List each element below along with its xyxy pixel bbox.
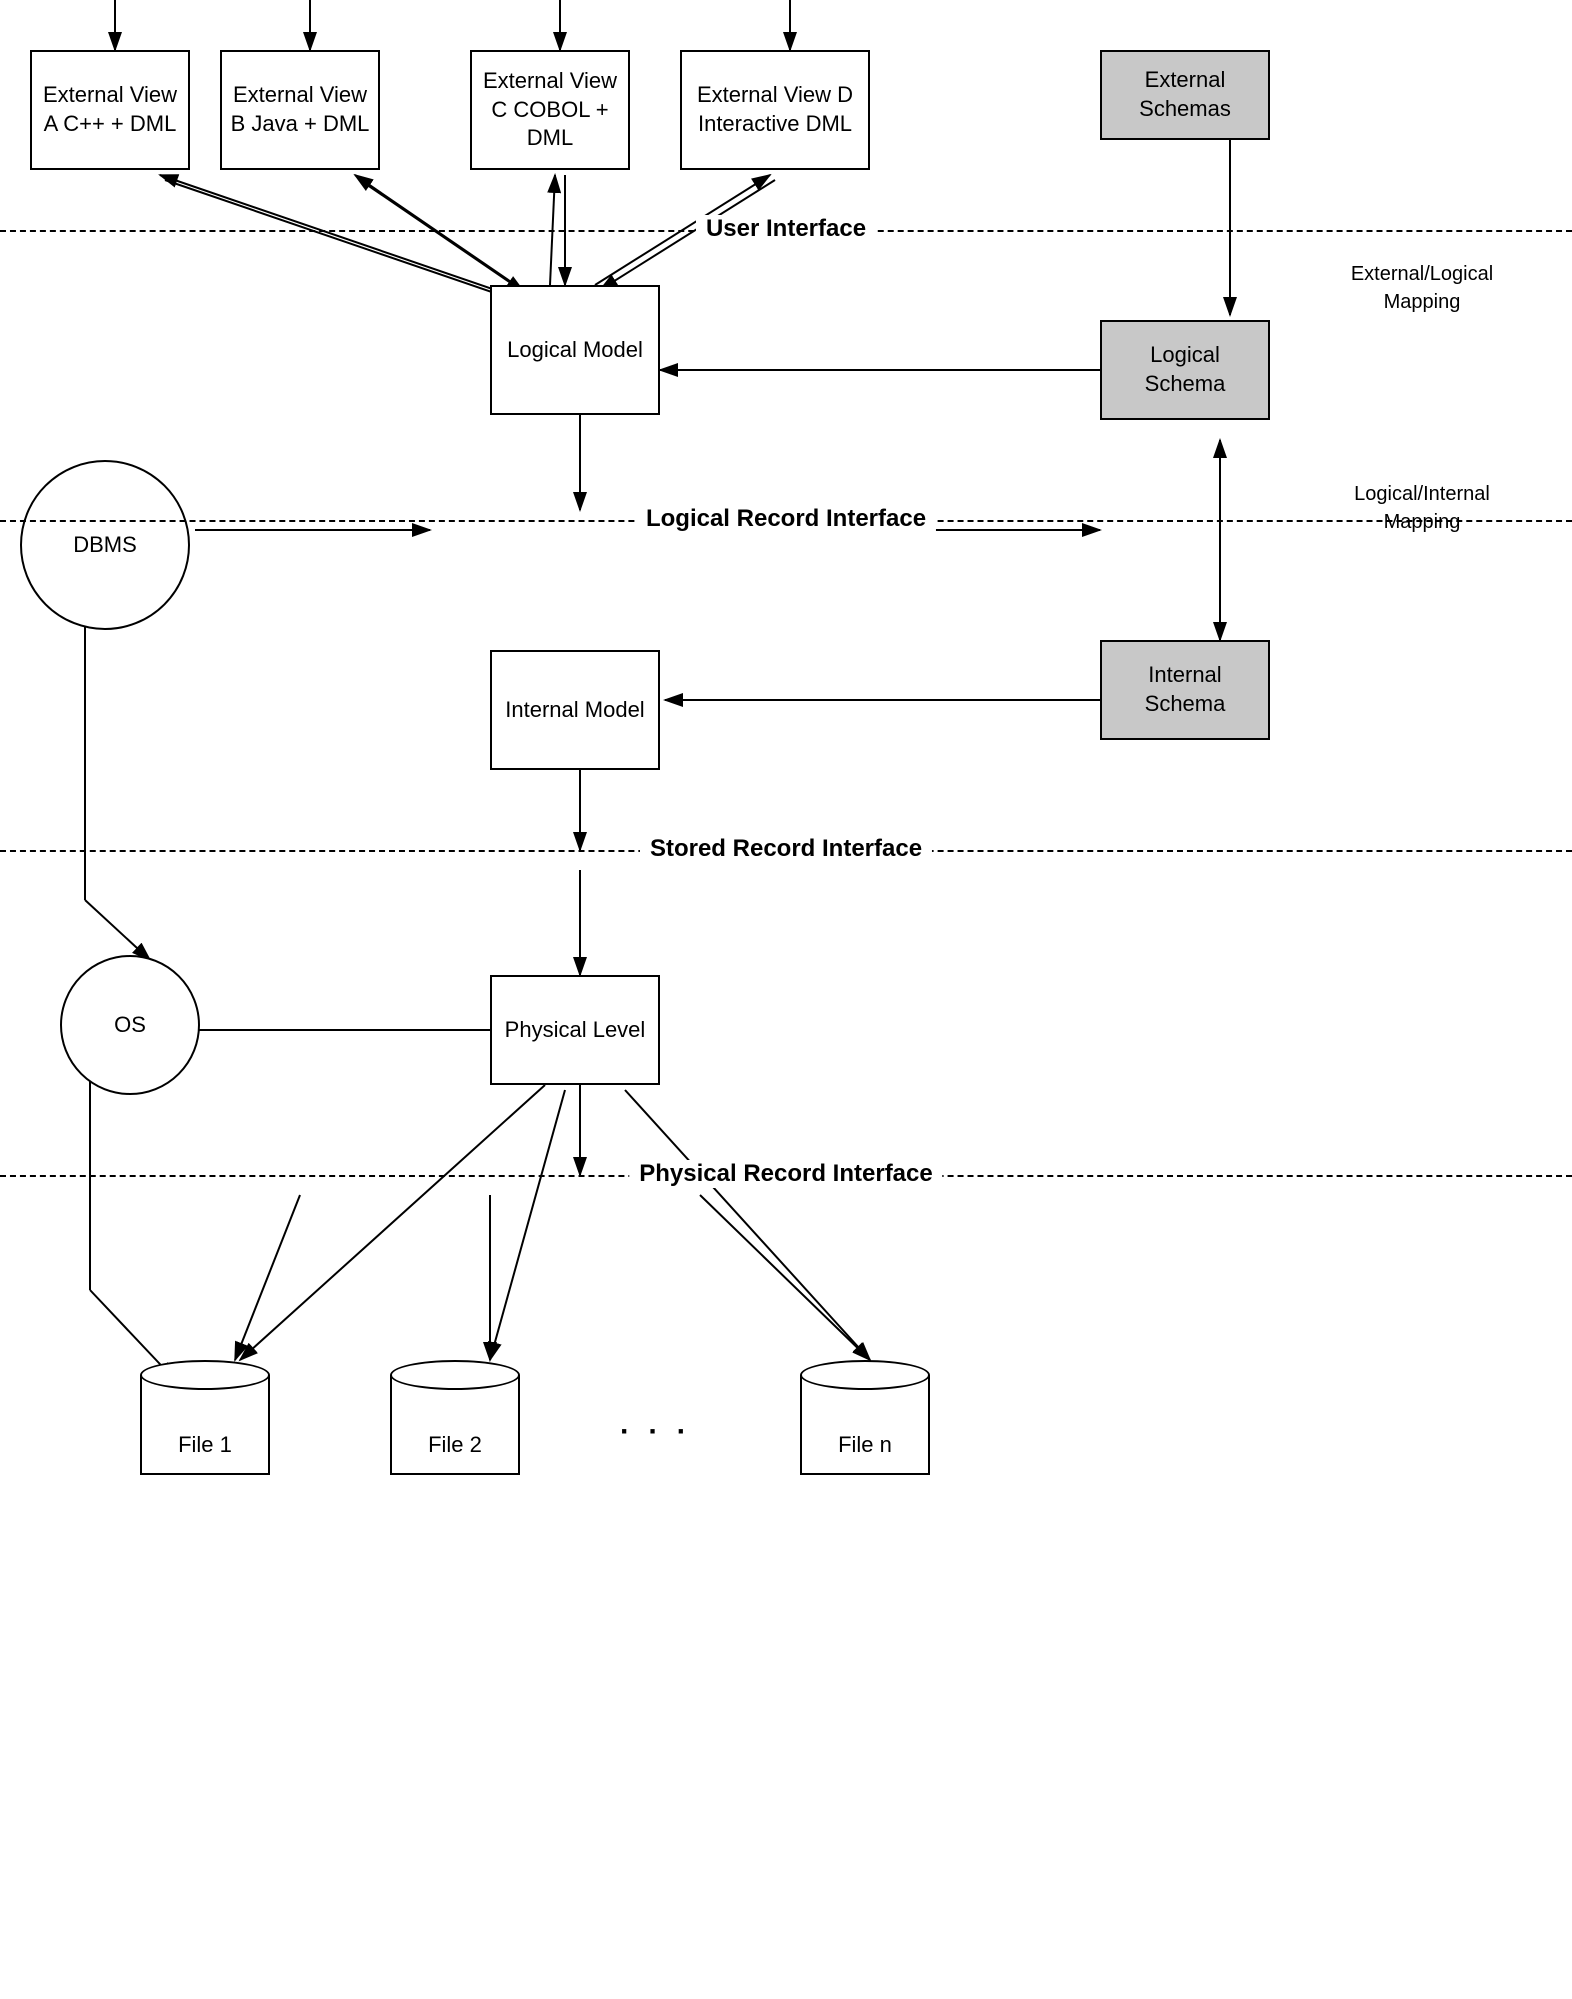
logical-record-label: Logical Record Interface	[636, 505, 936, 533]
logical-schema-box: Logical Schema	[1100, 320, 1270, 420]
os-label: OS	[114, 1012, 146, 1038]
internal-schema-label: Internal Schema	[1110, 661, 1260, 718]
logical-schema-label: Logical Schema	[1110, 341, 1260, 398]
external-view-d-box: External View D Interactive DML	[680, 50, 870, 170]
external-view-d-label: External View D Interactive DML	[690, 81, 860, 138]
internal-model-label: Internal Model	[505, 696, 644, 725]
logical-model-label: Logical Model	[507, 336, 643, 365]
filen-cylinder-top	[800, 1360, 930, 1390]
external-view-a-box: External View A C++ + DML	[30, 50, 190, 170]
diagram-container: External View A C++ + DML External View …	[0, 0, 1572, 1999]
logical-model-box: Logical Model	[490, 285, 660, 415]
physical-record-label: Physical Record Interface	[629, 1160, 942, 1188]
filen-cylinder: File n	[800, 1360, 930, 1475]
external-schemas-box: External Schemas	[1100, 50, 1270, 140]
filen-cylinder-body: File n	[800, 1375, 930, 1475]
file1-cylinder-top	[140, 1360, 270, 1390]
internal-model-box: Internal Model	[490, 650, 660, 770]
external-view-b-label: External View B Java + DML	[230, 81, 370, 138]
physical-level-label: Physical Level	[505, 1016, 646, 1045]
external-view-b-box: External View B Java + DML	[220, 50, 380, 170]
file2-label: File 2	[392, 1432, 518, 1458]
internal-schema-box: Internal Schema	[1100, 640, 1270, 740]
dbms-circle: DBMS	[20, 460, 190, 630]
file1-cylinder-body: File 1	[140, 1375, 270, 1475]
dots-label: · · ·	[620, 1415, 692, 1449]
file1-label: File 1	[142, 1432, 268, 1458]
external-logical-label: External/LogicalMapping	[1332, 260, 1512, 316]
os-circle: OS	[60, 955, 200, 1095]
file2-cylinder: File 2	[390, 1360, 520, 1475]
external-view-c-box: External View C COBOL + DML	[470, 50, 630, 170]
logical-internal-label: Logical/InternalMapping	[1332, 480, 1512, 536]
file2-cylinder-body: File 2	[390, 1375, 520, 1475]
user-interface-label: User Interface	[696, 215, 876, 243]
dbms-label: DBMS	[73, 532, 137, 558]
physical-level-box: Physical Level	[490, 975, 660, 1085]
file1-cylinder: File 1	[140, 1360, 270, 1475]
stored-record-label: Stored Record Interface	[640, 835, 932, 863]
external-view-a-label: External View A C++ + DML	[40, 81, 180, 138]
external-schemas-label: External Schemas	[1110, 66, 1260, 123]
external-view-c-label: External View C COBOL + DML	[480, 67, 620, 153]
file2-cylinder-top	[390, 1360, 520, 1390]
filen-label: File n	[802, 1432, 928, 1458]
